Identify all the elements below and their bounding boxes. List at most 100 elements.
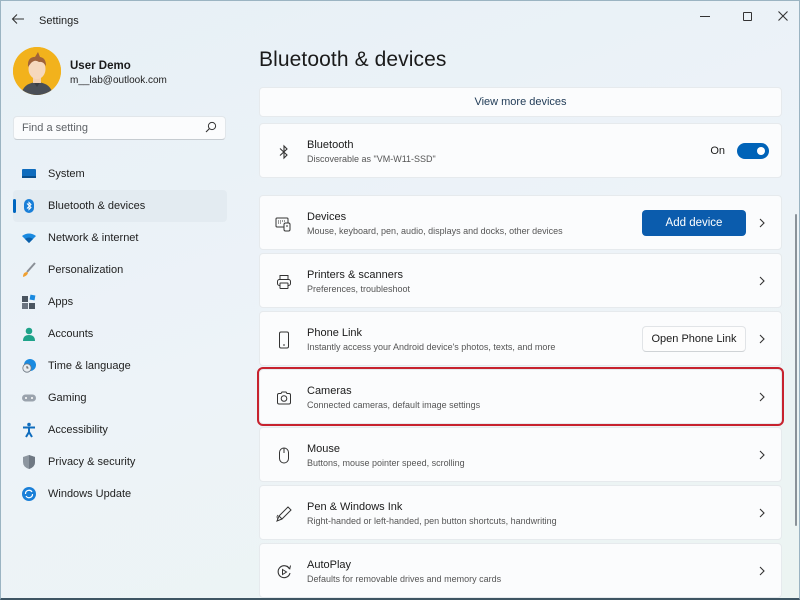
sidebar-item-personalization[interactable]: Personalization xyxy=(13,254,227,286)
sidebar-item-gaming[interactable]: Gaming xyxy=(13,382,227,414)
sidebar-item-label: Time & language xyxy=(48,360,131,372)
row-title: Bluetooth xyxy=(307,139,354,151)
row-title: Pen & Windows Ink xyxy=(307,501,403,513)
row-title: Phone Link xyxy=(307,327,363,339)
autoplay-row[interactable]: AutoPlay Defaults for removable drives a… xyxy=(259,543,782,598)
sidebar-item-accessibility[interactable]: Accessibility xyxy=(13,414,227,446)
add-device-button[interactable]: Add device xyxy=(642,210,746,236)
user-email: m__lab@outlook.com xyxy=(70,75,167,86)
brush-icon xyxy=(21,262,37,278)
row-subtitle: Preferences, troubleshoot xyxy=(307,284,411,294)
sidebar-item-bluetooth-devices[interactable]: Bluetooth & devices xyxy=(13,190,227,222)
globe-clock-icon xyxy=(21,358,37,374)
devices-icon xyxy=(275,215,293,233)
pen-icon xyxy=(275,505,293,523)
autoplay-icon xyxy=(275,563,293,581)
sidebar-item-apps[interactable]: Apps xyxy=(13,286,227,318)
settings-window: Settings User Demo m__lab@outlook.com Sy… xyxy=(0,0,800,600)
chevron-right-icon xyxy=(759,276,765,286)
minimize-icon xyxy=(700,15,710,17)
sidebar-item-accounts[interactable]: Accounts xyxy=(13,318,227,350)
minimize-button[interactable] xyxy=(693,7,717,25)
close-icon xyxy=(778,11,788,21)
row-title: Mouse xyxy=(307,443,341,455)
row-title: Cameras xyxy=(307,385,352,397)
sidebar-item-label: Bluetooth & devices xyxy=(48,200,146,212)
sidebar-item-label: Gaming xyxy=(48,392,87,404)
row-subtitle: Instantly access your Android device's p… xyxy=(307,342,556,352)
sidebar-item-time-language[interactable]: Time & language xyxy=(13,350,227,382)
sidebar-item-label: System xyxy=(48,168,85,180)
bluetooth-toggle[interactable] xyxy=(737,143,769,159)
maximize-icon xyxy=(742,11,752,21)
chevron-right-icon xyxy=(759,334,765,344)
bluetooth-icon xyxy=(21,198,37,214)
devices-row[interactable]: Devices Mouse, keyboard, pen, audio, dis… xyxy=(259,195,782,250)
camera-icon xyxy=(275,389,293,407)
search-box xyxy=(13,116,226,140)
sidebar-item-windows-update[interactable]: Windows Update xyxy=(13,478,227,510)
avatar[interactable] xyxy=(13,47,61,95)
row-title: AutoPlay xyxy=(307,559,352,571)
toggle-state-label: On xyxy=(710,145,725,157)
sidebar-item-label: Privacy & security xyxy=(48,456,136,468)
sidebar-item-label: Network & internet xyxy=(48,232,139,244)
accessibility-icon xyxy=(21,422,37,438)
row-subtitle: Right-handed or left-handed, pen button … xyxy=(307,516,557,526)
sidebar-item-label: Personalization xyxy=(48,264,124,276)
row-subtitle: Connected cameras, default image setting… xyxy=(307,400,481,410)
row-subtitle: Discoverable as "VM-W11-SSD" xyxy=(307,154,436,164)
user-name: User Demo xyxy=(70,60,131,72)
sidebar-item-label: Accounts xyxy=(48,328,94,340)
chevron-right-icon xyxy=(759,508,765,518)
wifi-icon xyxy=(21,230,37,246)
back-arrow-icon xyxy=(11,14,24,24)
printers-scanners-row[interactable]: Printers & scanners Preferences, trouble… xyxy=(259,253,782,308)
app-title: Settings xyxy=(39,15,79,27)
view-more-devices-label: View more devices xyxy=(474,96,567,108)
search-input[interactable] xyxy=(14,117,194,139)
chevron-right-icon xyxy=(759,450,765,460)
sidebar-item-privacy-security[interactable]: Privacy & security xyxy=(13,446,227,478)
view-more-devices-button[interactable]: View more devices xyxy=(259,87,782,117)
bluetooth-icon xyxy=(275,143,293,161)
mouse-row[interactable]: Mouse Buttons, mouse pointer speed, scro… xyxy=(259,427,782,482)
toggle-knob xyxy=(757,147,765,155)
mouse-icon xyxy=(275,447,293,465)
close-button[interactable] xyxy=(771,7,795,25)
phone-icon xyxy=(275,331,293,349)
shield-icon xyxy=(21,454,37,470)
open-phone-link-button[interactable]: Open Phone Link xyxy=(642,326,746,352)
bluetooth-row: Bluetooth Discoverable as "VM-W11-SSD" O… xyxy=(259,123,782,178)
sidebar-item-label: Windows Update xyxy=(48,488,132,500)
sidebar-item-label: Accessibility xyxy=(48,424,108,436)
search-icon[interactable] xyxy=(205,121,217,133)
cameras-row[interactable]: Cameras Connected cameras, default image… xyxy=(257,367,784,426)
apps-icon xyxy=(21,294,37,310)
update-icon xyxy=(21,486,37,502)
vertical-scrollbar[interactable] xyxy=(795,214,797,526)
row-subtitle: Defaults for removable drives and memory… xyxy=(307,574,502,584)
row-title: Printers & scanners xyxy=(307,269,403,281)
row-subtitle: Buttons, mouse pointer speed, scrolling xyxy=(307,458,465,468)
pen-windows-ink-row[interactable]: Pen & Windows Ink Right-handed or left-h… xyxy=(259,485,782,540)
back-button[interactable] xyxy=(11,12,27,30)
maximize-button[interactable] xyxy=(735,7,759,25)
user-avatar-icon xyxy=(13,47,61,95)
row-title: Devices xyxy=(307,211,347,223)
chevron-right-icon xyxy=(759,218,765,228)
sidebar-item-system[interactable]: System xyxy=(13,158,227,190)
row-subtitle: Mouse, keyboard, pen, audio, displays an… xyxy=(307,226,563,236)
system-icon xyxy=(21,166,37,182)
accounts-icon xyxy=(21,326,37,342)
chevron-right-icon xyxy=(759,392,765,402)
phone-link-row[interactable]: Phone Link Instantly access your Android… xyxy=(259,311,782,366)
printer-icon xyxy=(275,273,293,291)
chevron-right-icon xyxy=(759,566,765,576)
sidebar-item-network-internet[interactable]: Network & internet xyxy=(13,222,227,254)
title-bar: Settings xyxy=(1,1,800,41)
sidebar-item-label: Apps xyxy=(48,296,74,308)
page-title: Bluetooth & devices xyxy=(259,48,447,71)
active-indicator xyxy=(13,199,16,213)
sidebar-nav: System Bluetooth & devices Network & int… xyxy=(13,158,227,510)
